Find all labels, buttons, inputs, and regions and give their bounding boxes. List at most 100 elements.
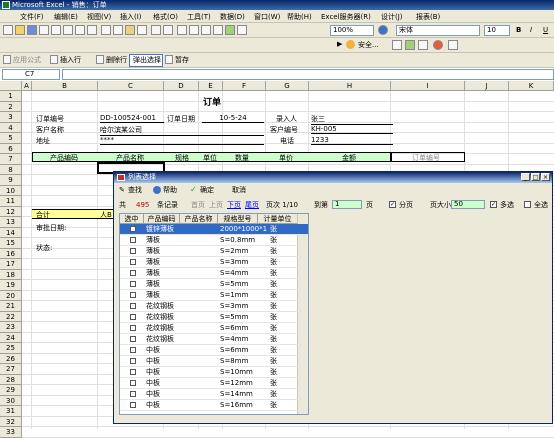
- menu-insert[interactable]: 插入(I): [120, 12, 142, 22]
- drawing-icon[interactable]: [237, 25, 247, 35]
- help-button[interactable]: 帮助: [163, 185, 177, 195]
- paging-checkbox[interactable]: ✓: [389, 201, 396, 208]
- row-checkbox[interactable]: [130, 314, 136, 320]
- row-header-4[interactable]: 4: [0, 122, 22, 133]
- row-header-31[interactable]: 31: [0, 406, 22, 417]
- customer-value[interactable]: 哈尔滨某公司: [100, 125, 264, 136]
- row-header-32[interactable]: 32: [0, 416, 22, 427]
- menu-help[interactable]: 帮助(H): [287, 12, 312, 22]
- row-header-30[interactable]: 30: [0, 395, 22, 406]
- table-row[interactable]: 薄板 S=3mm 张: [120, 257, 308, 268]
- row-header-7[interactable]: 7: [0, 154, 22, 165]
- row-checkbox[interactable]: [130, 347, 136, 353]
- row-header-18[interactable]: 18: [0, 269, 22, 280]
- addr-value[interactable]: ****: [100, 136, 264, 145]
- select-all-checkbox[interactable]: [524, 201, 531, 208]
- col-header-h[interactable]: H: [309, 81, 391, 91]
- row-checkbox[interactable]: [130, 292, 136, 298]
- row-header-16[interactable]: 16: [0, 248, 22, 259]
- row-header-15[interactable]: 15: [0, 238, 22, 249]
- row-checkbox[interactable]: [130, 369, 136, 375]
- menu-file[interactable]: 文件(F): [20, 12, 44, 22]
- row-header-27[interactable]: 27: [0, 364, 22, 375]
- formula-bar[interactable]: [62, 69, 554, 80]
- redo-icon[interactable]: [163, 25, 173, 35]
- close-icon[interactable]: ×: [541, 173, 550, 181]
- row-checkbox[interactable]: [130, 248, 136, 254]
- col-header-f[interactable]: F: [223, 81, 266, 91]
- ok-button[interactable]: 确定: [200, 185, 214, 195]
- security-icon[interactable]: [346, 40, 355, 49]
- phone-value[interactable]: 1233: [311, 136, 393, 145]
- row-checkbox[interactable]: [130, 237, 136, 243]
- save-draft-button[interactable]: 暂存: [175, 55, 189, 65]
- page-size-input[interactable]: 50: [451, 200, 485, 209]
- font-select[interactable]: 宋体: [396, 25, 480, 36]
- row-header-25[interactable]: 25: [0, 343, 22, 354]
- tool-icon-1[interactable]: [392, 40, 402, 50]
- last-page-link[interactable]: 尾页: [245, 200, 259, 210]
- print-icon[interactable]: [51, 25, 61, 35]
- select-all-corner[interactable]: [0, 81, 22, 91]
- sort-asc-icon[interactable]: [201, 25, 211, 35]
- table-row[interactable]: 镀锌薄板 2000*1000*1 张: [120, 224, 308, 235]
- col-header-e[interactable]: E: [199, 81, 223, 91]
- next-page-link[interactable]: 下页: [227, 200, 241, 210]
- menu-format[interactable]: 格式(O): [153, 12, 178, 22]
- row-header-20[interactable]: 20: [0, 290, 22, 301]
- paste-icon[interactable]: [125, 25, 135, 35]
- new-icon[interactable]: [3, 25, 13, 35]
- menu-window[interactable]: 窗口(W): [254, 12, 280, 22]
- goto-input[interactable]: 1: [332, 200, 362, 209]
- zoom-select[interactable]: 100%: [330, 25, 374, 36]
- spelling-icon[interactable]: [75, 25, 85, 35]
- table-row[interactable]: 花纹钢板 S=4mm 张: [120, 334, 308, 345]
- menu-excel-server[interactable]: Excel服务器(R): [321, 12, 371, 22]
- menu-view[interactable]: 视图(V): [87, 12, 111, 22]
- entry-value[interactable]: 张三: [311, 114, 393, 125]
- table-row[interactable]: 中板 S=14mm 张: [120, 389, 308, 400]
- row-header-21[interactable]: 21: [0, 301, 22, 312]
- table-row[interactable]: 中板 S=8mm 张: [120, 356, 308, 367]
- col-header-i[interactable]: I: [391, 81, 465, 91]
- col-header-c[interactable]: C: [98, 81, 164, 91]
- hyperlink-icon[interactable]: [177, 25, 187, 35]
- menu-tools[interactable]: 工具(T): [187, 12, 211, 22]
- row-checkbox[interactable]: [130, 259, 136, 265]
- row-header-1[interactable]: 1: [0, 91, 22, 102]
- cust-no-value[interactable]: KH-005: [311, 125, 393, 134]
- row-header-14[interactable]: 14: [0, 227, 22, 238]
- multi-checkbox[interactable]: ✓: [490, 201, 497, 208]
- row-header-28[interactable]: 28: [0, 374, 22, 385]
- chart-wizard-icon[interactable]: [225, 25, 235, 35]
- col-header-d[interactable]: D: [164, 81, 199, 91]
- format-painter-icon[interactable]: [137, 25, 147, 35]
- italic-button[interactable]: I: [530, 25, 532, 35]
- table-row[interactable]: 花纹钢板 S=3mm 张: [120, 301, 308, 312]
- order-date-value[interactable]: 10-5-24: [202, 114, 264, 123]
- autosum-icon[interactable]: [189, 25, 199, 35]
- font-size-select[interactable]: 10: [484, 25, 510, 36]
- th-selected[interactable]: 选中: [120, 214, 144, 224]
- table-row[interactable]: 薄板 S=5mm 张: [120, 279, 308, 290]
- insert-row-button[interactable]: 插入行: [60, 55, 81, 65]
- security-button[interactable]: 安全...: [358, 40, 379, 50]
- copy-icon[interactable]: [113, 25, 123, 35]
- name-box[interactable]: C7: [2, 69, 60, 80]
- menu-data[interactable]: 数据(D): [220, 12, 245, 22]
- row-header-17[interactable]: 17: [0, 259, 22, 270]
- tool-icon-3[interactable]: [418, 40, 428, 50]
- th-product-name[interactable]: 产品名称: [180, 214, 218, 224]
- underline-button[interactable]: U: [543, 25, 548, 35]
- apply-formula-button[interactable]: 应用公式: [13, 55, 41, 65]
- tool-icon-4[interactable]: [433, 40, 443, 50]
- row-header-24[interactable]: 24: [0, 332, 22, 343]
- row-header-8[interactable]: 8: [0, 164, 22, 175]
- row-header-6[interactable]: 6: [0, 143, 22, 154]
- menu-design[interactable]: 设计(J): [381, 12, 403, 22]
- th-product-code[interactable]: 产品编码: [144, 214, 180, 224]
- table-row[interactable]: 花纹钢板 S=5mm 张: [120, 312, 308, 323]
- row-checkbox[interactable]: [130, 281, 136, 287]
- row-checkbox[interactable]: [130, 270, 136, 276]
- cancel-button[interactable]: 取消: [232, 185, 246, 195]
